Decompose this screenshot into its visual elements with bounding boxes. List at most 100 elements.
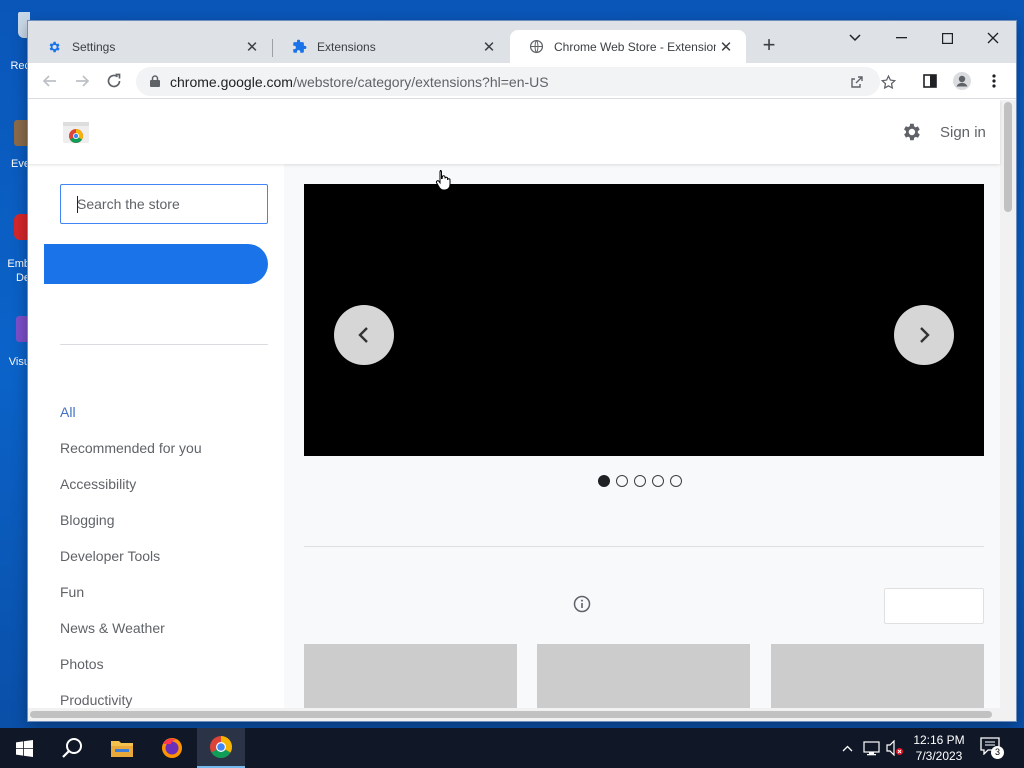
- clock-time: 12:16 PM: [913, 733, 965, 747]
- tab-search-button[interactable]: [832, 23, 878, 53]
- address-bar[interactable]: chrome.google.com/webstore/category/exte…: [136, 67, 896, 96]
- taskbar: 12:16 PM 7/3/2023 3: [0, 728, 1024, 768]
- system-clock[interactable]: 12:16 PM 7/3/2023: [900, 732, 978, 764]
- back-button[interactable]: [36, 67, 64, 95]
- tab-chrome-web-store[interactable]: Chrome Web Store - Extensions ✕: [510, 30, 746, 63]
- carousel-prev-button[interactable]: [334, 305, 394, 365]
- notifications-button[interactable]: 3: [980, 737, 1006, 759]
- hand-cursor-icon: [435, 170, 451, 191]
- category-photos[interactable]: Photos: [60, 656, 104, 672]
- desktop-icon-recycle-bin[interactable]: Rec: [0, 8, 30, 78]
- browser-window: Settings ✕ Extensions ✕ Chrome Web Store…: [28, 21, 1016, 721]
- close-icon: [987, 32, 999, 44]
- desktop-icon-event[interactable]: Eve: [0, 118, 30, 174]
- firefox-icon: [162, 738, 182, 758]
- chevron-down-icon: [849, 34, 861, 42]
- gear-icon[interactable]: [900, 121, 922, 143]
- more-vertical-icon: [992, 74, 996, 88]
- show-hidden-icons-button[interactable]: [838, 739, 856, 757]
- category-blogging[interactable]: Blogging: [60, 512, 115, 528]
- search-field[interactable]: [60, 184, 268, 224]
- star-icon: [880, 74, 896, 89]
- sort-dropdown[interactable]: [884, 588, 984, 624]
- arrow-left-icon: [42, 75, 56, 87]
- close-icon[interactable]: ✕: [479, 37, 499, 57]
- extension-tile[interactable]: [537, 644, 750, 708]
- tab-extensions[interactable]: Extensions ✕: [273, 30, 509, 63]
- info-icon[interactable]: [573, 595, 591, 613]
- category-productivity[interactable]: Productivity: [60, 692, 132, 708]
- share-icon: [851, 76, 863, 88]
- category-fun[interactable]: Fun: [60, 584, 84, 600]
- primary-button[interactable]: [44, 244, 268, 284]
- store-header: Sign in: [28, 100, 1000, 164]
- network-button[interactable]: [862, 739, 880, 757]
- main-content: [284, 164, 1000, 708]
- desktop-icon-visual-studio[interactable]: Visu: [0, 312, 30, 372]
- carousel-dot[interactable]: [634, 475, 646, 487]
- divider: [304, 546, 984, 547]
- maximize-button[interactable]: [924, 23, 970, 53]
- close-icon[interactable]: ✕: [716, 37, 736, 57]
- start-button[interactable]: [0, 728, 48, 768]
- bookmark-button[interactable]: [879, 73, 897, 91]
- chevron-left-icon: [358, 327, 368, 343]
- category-developer-tools[interactable]: Developer Tools: [60, 548, 160, 564]
- clock-date: 7/3/2023: [915, 749, 963, 763]
- divider: [60, 344, 268, 345]
- category-news-weather[interactable]: News & Weather: [60, 620, 165, 636]
- browser-toolbar: chrome.google.com/webstore/category/exte…: [28, 63, 1016, 99]
- profile-button[interactable]: [948, 67, 976, 95]
- scrollbar-thumb[interactable]: [1004, 102, 1012, 212]
- arrow-right-icon: [76, 75, 90, 87]
- horizontal-scrollbar[interactable]: [28, 708, 1016, 721]
- reload-button[interactable]: [100, 67, 128, 95]
- carousel-dot[interactable]: [598, 475, 610, 487]
- share-button[interactable]: [848, 73, 866, 91]
- chrome-web-store-logo[interactable]: [62, 120, 90, 144]
- search-button[interactable]: [48, 728, 96, 768]
- url-host: chrome.google.com: [170, 74, 293, 90]
- network-icon: [862, 740, 880, 755]
- carousel-next-button[interactable]: [894, 305, 954, 365]
- puzzle-icon: [291, 39, 307, 55]
- carousel-dot[interactable]: [652, 475, 664, 487]
- close-window-button[interactable]: [970, 23, 1016, 53]
- minimize-button[interactable]: [878, 23, 924, 53]
- chrome-icon: [210, 736, 232, 758]
- vertical-scrollbar[interactable]: [1000, 100, 1016, 708]
- tab-settings[interactable]: Settings ✕: [28, 30, 272, 63]
- file-explorer-button[interactable]: [98, 728, 146, 768]
- chrome-button[interactable]: [197, 728, 245, 768]
- lock-icon[interactable]: [148, 74, 162, 88]
- category-all[interactable]: All: [60, 404, 76, 420]
- side-panel-button[interactable]: [916, 67, 944, 95]
- side-panel-icon: [923, 74, 937, 88]
- firefox-button[interactable]: [148, 728, 196, 768]
- close-icon[interactable]: ✕: [242, 37, 262, 57]
- web-page: Sign in All Recommended for you Accessib…: [28, 100, 1016, 708]
- carousel-dot[interactable]: [616, 475, 628, 487]
- new-tab-button[interactable]: +: [756, 33, 782, 59]
- scrollbar-thumb[interactable]: [30, 711, 992, 718]
- text-caret: [77, 196, 78, 213]
- search-input[interactable]: [61, 185, 267, 223]
- gear-icon: [46, 39, 62, 55]
- desktop-icon-label: Emb: [7, 258, 30, 270]
- forward-button[interactable]: [68, 67, 96, 95]
- category-accessibility[interactable]: Accessibility: [60, 476, 136, 492]
- category-recommended[interactable]: Recommended for you: [60, 440, 202, 456]
- featured-carousel[interactable]: [304, 184, 984, 456]
- url-text[interactable]: chrome.google.com/webstore/category/exte…: [170, 74, 549, 90]
- url-path: /webstore/category/extensions?hl=en-US: [292, 74, 549, 90]
- chevron-right-icon: [920, 327, 930, 343]
- sign-in-link[interactable]: Sign in: [940, 124, 986, 141]
- extension-tile[interactable]: [304, 644, 517, 708]
- carousel-dot[interactable]: [670, 475, 682, 487]
- chevron-up-icon: [842, 745, 852, 751]
- folder-icon: [111, 741, 133, 757]
- menu-button[interactable]: [980, 67, 1008, 95]
- avatar-icon: [953, 72, 971, 90]
- desktop-icon-embedded[interactable]: Emb De: [0, 210, 30, 290]
- extension-tile[interactable]: [771, 644, 984, 708]
